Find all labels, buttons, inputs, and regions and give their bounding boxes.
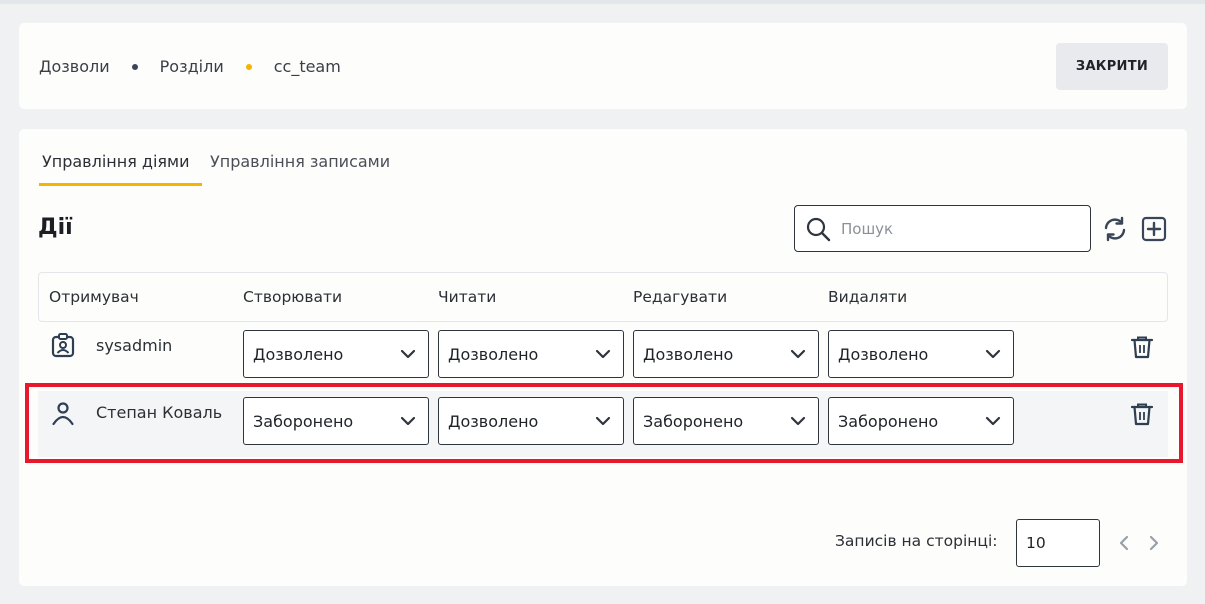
- select-value: Дозволено: [448, 344, 539, 364]
- column-header-read: Читати: [438, 288, 497, 306]
- rows-per-page-label: Записів на сторінці:: [835, 532, 998, 550]
- edit-permission-select[interactable]: Дозволено: [633, 330, 819, 378]
- breadcrumb-separator-active: [245, 63, 252, 70]
- breadcrumb-separator: [131, 63, 138, 70]
- main-card: Управління діями Управління записами Дії…: [19, 129, 1187, 586]
- table-row: sysadmin Дозволено Дозволено Дозволено Д…: [38, 324, 1168, 390]
- header-card: Дозволи Розділи cc_team ЗАКРИТИ: [19, 23, 1187, 109]
- section-title: Дії: [38, 215, 73, 240]
- badge-user-icon: [51, 333, 75, 358]
- chevron-down-icon: [595, 349, 611, 359]
- breadcrumb-item-current: cc_team: [273, 57, 341, 76]
- chevron-left-icon[interactable]: [1114, 531, 1134, 555]
- plus-square-icon: [1141, 216, 1167, 242]
- breadcrumb: Дозволи Розділи cc_team: [39, 57, 341, 76]
- search-box[interactable]: [794, 205, 1091, 252]
- chevron-right-icon[interactable]: [1144, 531, 1164, 555]
- column-header-create: Створювати: [243, 288, 343, 306]
- breadcrumb-item-permissions[interactable]: Дозволи: [39, 57, 110, 76]
- refresh-icon: [1104, 216, 1126, 242]
- create-permission-select[interactable]: Дозволено: [243, 330, 429, 378]
- chevron-down-icon: [400, 349, 416, 359]
- select-value: Дозволено: [643, 344, 734, 364]
- add-button[interactable]: [1140, 215, 1168, 243]
- chevron-down-icon: [790, 349, 806, 359]
- refresh-button[interactable]: [1101, 215, 1129, 243]
- select-value: Дозволено: [253, 344, 344, 364]
- recipient-name: sysadmin: [96, 336, 173, 355]
- row-highlight-box: [25, 383, 1183, 463]
- search-icon: [806, 217, 831, 241]
- trash-icon[interactable]: [1129, 334, 1155, 360]
- top-divider: [0, 0, 1205, 4]
- permissions-table: Отримувач Створювати Читати Редагувати В…: [38, 272, 1168, 457]
- search-input[interactable]: [841, 219, 1071, 238]
- read-permission-select[interactable]: Дозволено: [438, 330, 624, 378]
- close-button[interactable]: ЗАКРИТИ: [1056, 43, 1168, 90]
- delete-permission-select[interactable]: Дозволено: [828, 330, 1014, 378]
- column-header-recipient: Отримувач: [49, 288, 139, 306]
- column-header-edit: Редагувати: [633, 288, 728, 306]
- column-header-delete: Видаляти: [828, 288, 908, 306]
- tab-records-management[interactable]: Управління записами: [210, 152, 390, 171]
- chevron-down-icon: [985, 349, 1001, 359]
- rows-per-page-input[interactable]: [1016, 519, 1100, 567]
- table-header: Отримувач Створювати Читати Редагувати В…: [38, 272, 1168, 322]
- select-value: Дозволено: [838, 344, 929, 364]
- tab-actions-management[interactable]: Управління діями: [39, 152, 202, 186]
- breadcrumb-item-sections[interactable]: Розділи: [160, 57, 224, 76]
